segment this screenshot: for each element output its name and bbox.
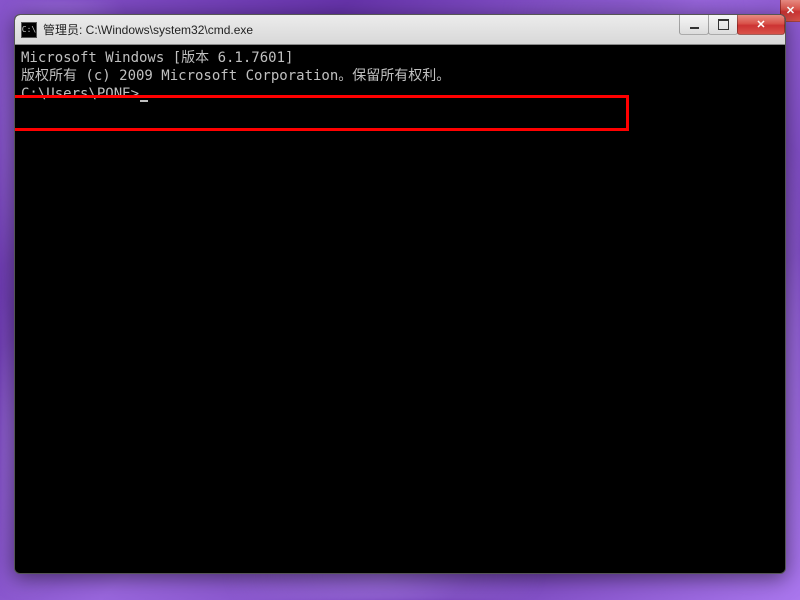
console-prompt-line: C:\Users\PONE> bbox=[21, 85, 779, 103]
close-button[interactable] bbox=[737, 15, 785, 35]
window-control-buttons bbox=[680, 15, 785, 35]
console-line-version: Microsoft Windows [版本 6.1.7601] bbox=[21, 49, 779, 67]
console-area[interactable]: Microsoft Windows [版本 6.1.7601] 版权所有 (c)… bbox=[15, 45, 785, 573]
maximize-button[interactable] bbox=[708, 15, 738, 35]
titlebar[interactable]: C:\ 管理员: C:\Windows\system32\cmd.exe bbox=[15, 15, 785, 45]
console-line-copyright: 版权所有 (c) 2009 Microsoft Corporation。保留所有… bbox=[21, 67, 779, 85]
cursor-icon bbox=[140, 100, 148, 102]
window-title: 管理员: C:\Windows\system32\cmd.exe bbox=[43, 21, 253, 38]
minimize-button[interactable] bbox=[679, 15, 709, 35]
cmd-icon: C:\ bbox=[21, 22, 37, 38]
cmd-window: C:\ 管理员: C:\Windows\system32\cmd.exe Mic… bbox=[14, 14, 786, 574]
prompt-text: C:\Users\PONE> bbox=[21, 86, 139, 102]
